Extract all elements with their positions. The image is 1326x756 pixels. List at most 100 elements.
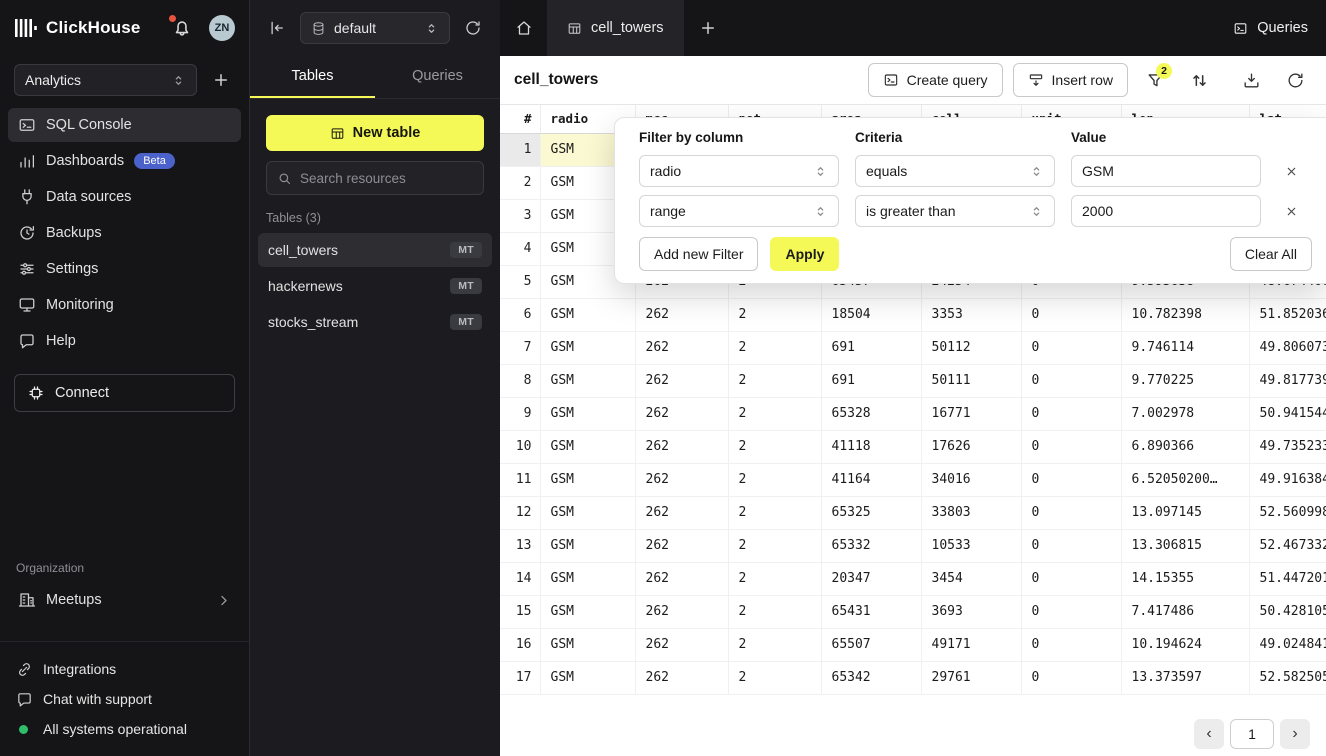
connect-button[interactable]: Connect xyxy=(14,374,235,412)
table-cell[interactable]: 50111 xyxy=(921,364,1021,397)
explorer-tab-tables[interactable]: Tables xyxy=(250,56,375,98)
apply-filter-button[interactable]: Apply xyxy=(770,237,839,271)
search-resources-box[interactable] xyxy=(266,161,484,195)
filter-column-select[interactable]: radio xyxy=(639,155,839,187)
table-cell[interactable]: 65325 xyxy=(821,496,921,529)
table-cell[interactable]: 262 xyxy=(635,628,728,661)
remove-filter-button[interactable] xyxy=(1277,157,1305,185)
table-cell[interactable]: 262 xyxy=(635,595,728,628)
table-cell[interactable]: 2 xyxy=(728,463,821,496)
table-cell[interactable]: 51.447201 xyxy=(1249,562,1326,595)
table-cell[interactable]: 3353 xyxy=(921,298,1021,331)
table-cell[interactable]: 0 xyxy=(1021,595,1121,628)
table-cell[interactable]: 2 xyxy=(728,595,821,628)
table-cell[interactable]: 262 xyxy=(635,463,728,496)
add-filter-button[interactable]: Add new Filter xyxy=(639,237,758,271)
table-cell[interactable]: 2 xyxy=(728,529,821,562)
table-cell[interactable]: GSM xyxy=(540,397,635,430)
add-service-button[interactable] xyxy=(207,66,235,94)
filter-criteria-select[interactable]: is greater than xyxy=(855,195,1055,227)
refresh-tables-button[interactable] xyxy=(458,13,488,43)
table-cell[interactable]: 10533 xyxy=(921,529,1021,562)
table-cell[interactable]: 49.817739 xyxy=(1249,364,1326,397)
sidebar-item-data-sources[interactable]: Data sources xyxy=(8,180,241,214)
row-index[interactable]: 17 xyxy=(500,661,540,694)
table-cell[interactable]: 9.770225 xyxy=(1121,364,1249,397)
table-cell[interactable]: 0 xyxy=(1021,463,1121,496)
table-cell[interactable]: 0 xyxy=(1021,298,1121,331)
row-index[interactable]: 13 xyxy=(500,529,540,562)
row-index[interactable]: 15 xyxy=(500,595,540,628)
table-cell[interactable]: 16771 xyxy=(921,397,1021,430)
table-cell[interactable]: 2 xyxy=(728,364,821,397)
table-cell[interactable]: 49171 xyxy=(921,628,1021,661)
workspace-select[interactable]: Analytics xyxy=(14,64,197,96)
table-cell[interactable]: 0 xyxy=(1021,562,1121,595)
table-cell[interactable]: 41118 xyxy=(821,430,921,463)
footer-item-chat-with-support[interactable]: Chat with support xyxy=(0,684,249,714)
table-cell[interactable]: 52.4673325 xyxy=(1249,529,1326,562)
table-cell[interactable]: 52.582505 xyxy=(1249,661,1326,694)
insert-row-button[interactable]: Insert row xyxy=(1013,63,1128,97)
row-index[interactable]: 1 xyxy=(500,133,540,166)
user-avatar[interactable]: ZN xyxy=(209,15,235,41)
sort-button[interactable] xyxy=(1182,63,1216,97)
row-index[interactable]: 5 xyxy=(500,265,540,298)
row-index[interactable]: 16 xyxy=(500,628,540,661)
notifications-button[interactable] xyxy=(171,17,193,39)
sidebar-item-meetups[interactable]: Meetups xyxy=(8,583,241,617)
sidebar-item-monitoring[interactable]: Monitoring xyxy=(8,288,241,322)
table-cell[interactable]: GSM xyxy=(540,628,635,661)
table-cell[interactable]: 10.782398 xyxy=(1121,298,1249,331)
table-cell[interactable]: GSM xyxy=(540,562,635,595)
table-cell[interactable]: 52.560998 xyxy=(1249,496,1326,529)
search-input[interactable] xyxy=(300,171,473,186)
table-cell[interactable]: 9.746114 xyxy=(1121,331,1249,364)
table-cell[interactable]: 0 xyxy=(1021,661,1121,694)
tab-cell-towers[interactable]: cell_towers xyxy=(547,0,684,56)
table-cell[interactable]: GSM xyxy=(540,298,635,331)
row-index[interactable]: 11 xyxy=(500,463,540,496)
filter-value-input[interactable] xyxy=(1071,195,1261,227)
filter-column-select[interactable]: range xyxy=(639,195,839,227)
footer-item-all-systems-operational[interactable]: All systems operational xyxy=(0,714,249,744)
column-header-index[interactable]: # xyxy=(500,105,540,133)
table-cell[interactable]: 2 xyxy=(728,430,821,463)
table-cell[interactable]: 14.15355 xyxy=(1121,562,1249,595)
sidebar-item-help[interactable]: Help xyxy=(8,324,241,358)
table-cell[interactable]: 6.890366 xyxy=(1121,430,1249,463)
table-cell[interactable]: 2 xyxy=(728,496,821,529)
row-index[interactable]: 9 xyxy=(500,397,540,430)
prev-page-button[interactable]: ‹ xyxy=(1194,719,1224,749)
table-cell[interactable]: GSM xyxy=(540,529,635,562)
table-cell[interactable]: 51.852036 xyxy=(1249,298,1326,331)
table-cell[interactable]: 49.024841 xyxy=(1249,628,1326,661)
table-cell[interactable]: 262 xyxy=(635,331,728,364)
table-cell[interactable]: 2 xyxy=(728,628,821,661)
table-cell[interactable]: 262 xyxy=(635,661,728,694)
row-index[interactable]: 2 xyxy=(500,166,540,199)
row-index[interactable]: 8 xyxy=(500,364,540,397)
table-cell[interactable]: 262 xyxy=(635,529,728,562)
table-cell[interactable]: 34016 xyxy=(921,463,1021,496)
refresh-data-button[interactable] xyxy=(1278,63,1312,97)
table-cell[interactable]: GSM xyxy=(540,463,635,496)
row-index[interactable]: 10 xyxy=(500,430,540,463)
table-cell[interactable]: 33803 xyxy=(921,496,1021,529)
remove-filter-button[interactable] xyxy=(1277,197,1305,225)
download-button[interactable] xyxy=(1234,63,1268,97)
table-cell[interactable]: 2 xyxy=(728,661,821,694)
table-cell[interactable]: 0 xyxy=(1021,364,1121,397)
sidebar-item-dashboards[interactable]: DashboardsBeta xyxy=(8,144,241,178)
next-page-button[interactable]: › xyxy=(1280,719,1310,749)
table-cell[interactable]: 20347 xyxy=(821,562,921,595)
table-item-stocks-stream[interactable]: stocks_streamMT xyxy=(258,305,492,339)
new-table-button[interactable]: New table xyxy=(266,115,484,151)
table-cell[interactable]: GSM xyxy=(540,364,635,397)
table-cell[interactable]: 262 xyxy=(635,562,728,595)
table-cell[interactable]: 18504 xyxy=(821,298,921,331)
row-index[interactable]: 4 xyxy=(500,232,540,265)
table-cell[interactable]: 2 xyxy=(728,562,821,595)
table-cell[interactable]: 0 xyxy=(1021,331,1121,364)
table-cell[interactable]: 17626 xyxy=(921,430,1021,463)
